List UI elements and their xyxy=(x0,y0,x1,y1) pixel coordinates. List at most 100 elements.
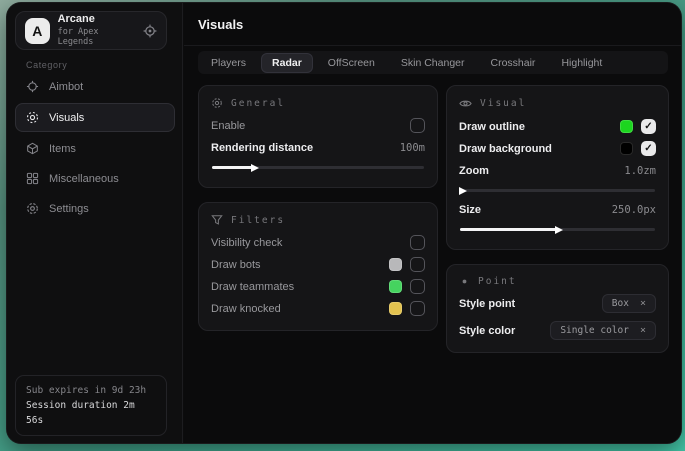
sidebar-item-visuals[interactable]: Visuals xyxy=(15,103,175,132)
zoom-value: 1.0zm xyxy=(624,165,656,177)
crosshair-icon xyxy=(26,80,39,93)
point-panel: Point Style point Box × Style color Sing… xyxy=(446,264,669,353)
rendering-distance-label: Rendering distance xyxy=(211,142,313,154)
draw-background-color-swatch[interactable] xyxy=(620,142,633,155)
draw-outline-checkbox[interactable]: ✓ xyxy=(641,119,656,134)
style-point-select[interactable]: Box × xyxy=(602,294,656,313)
app-logo: A xyxy=(25,18,50,44)
slider-thumb[interactable] xyxy=(459,187,467,195)
dot-icon xyxy=(459,276,470,287)
grid-icon xyxy=(26,172,39,185)
rendering-distance-row: Rendering distance 100m xyxy=(211,137,425,158)
gear-icon xyxy=(26,202,39,215)
draw-knocked-checkbox[interactable]: ✓ xyxy=(410,301,425,316)
zoom-row: Zoom 1.0zm xyxy=(459,160,656,181)
draw-bots-label: Draw bots xyxy=(211,259,261,271)
page-title: Visuals xyxy=(198,17,243,32)
style-point-value: Box xyxy=(612,298,629,309)
slider-thumb[interactable] xyxy=(555,226,563,234)
visibility-check-row: Visibility check ✓ xyxy=(211,232,425,253)
enable-checkbox[interactable]: ✓ xyxy=(410,118,425,133)
zoom-slider[interactable] xyxy=(460,189,655,192)
zoom-label: Zoom xyxy=(459,165,489,177)
tab-skin-changer[interactable]: Skin Changer xyxy=(391,54,475,72)
sidebar-item-label: Visuals xyxy=(49,112,84,124)
size-label: Size xyxy=(459,204,481,216)
size-slider[interactable] xyxy=(460,228,655,231)
draw-knocked-color-swatch[interactable] xyxy=(389,302,402,315)
visual-panel: Visual Draw outline ✓ Draw background xyxy=(446,85,669,250)
sidebar-item-label: Items xyxy=(49,143,76,155)
point-panel-title: Point xyxy=(459,276,656,287)
general-panel-title: General xyxy=(211,97,425,109)
draw-teammates-checkbox[interactable]: ✓ xyxy=(410,279,425,294)
draw-background-label: Draw background xyxy=(459,143,552,155)
rendering-distance-value: 100m xyxy=(400,142,425,154)
sidebar-item-items[interactable]: Items xyxy=(15,135,175,162)
draw-outline-row: Draw outline ✓ xyxy=(459,116,656,137)
style-color-value: Single color xyxy=(560,325,629,336)
style-color-select[interactable]: Single color × xyxy=(550,321,656,340)
funnel-icon xyxy=(211,214,223,226)
draw-background-row: Draw background ✓ xyxy=(459,138,656,159)
sidebar-item-settings[interactable]: Settings xyxy=(15,195,175,222)
style-point-label: Style point xyxy=(459,298,515,310)
draw-teammates-color-swatch[interactable] xyxy=(389,280,402,293)
sub-expires-text: Sub expires in 9d 23h xyxy=(26,383,156,398)
sidebar: A Arcane for Apex Legends Category xyxy=(7,3,183,443)
visibility-check-checkbox[interactable]: ✓ xyxy=(410,235,425,250)
scope-icon[interactable] xyxy=(143,24,157,38)
app-window: A Arcane for Apex Legends Category xyxy=(7,3,681,443)
slider-thumb[interactable] xyxy=(251,164,259,172)
point-panel-title-text: Point xyxy=(478,276,517,287)
filters-panel-title: Filters xyxy=(211,214,425,226)
style-color-row: Style color Single color × xyxy=(459,320,656,341)
rendering-distance-slider[interactable] xyxy=(212,166,424,169)
sidebar-item-label: Settings xyxy=(49,203,89,215)
draw-teammates-label: Draw teammates xyxy=(211,281,294,293)
gear-sparkle-icon xyxy=(211,97,223,109)
draw-bots-color-swatch[interactable] xyxy=(389,258,402,271)
style-color-label: Style color xyxy=(459,325,515,337)
sidebar-nav: Aimbot Visuals Items xyxy=(15,73,175,222)
draw-outline-color-swatch[interactable] xyxy=(620,120,633,133)
check-icon: ✓ xyxy=(644,122,652,132)
eye-icon xyxy=(459,97,472,110)
app-name: Arcane xyxy=(58,13,135,27)
main-content: Visuals Players Radar OffScreen Skin Cha… xyxy=(184,3,681,443)
filters-panel: Filters Visibility check ✓ Draw bots ✓ xyxy=(198,202,438,331)
tab-radar[interactable]: Radar xyxy=(262,54,312,72)
app-header-card: A Arcane for Apex Legends xyxy=(15,11,167,50)
tab-players[interactable]: Players xyxy=(201,54,256,72)
clear-icon[interactable]: × xyxy=(640,325,646,336)
draw-knocked-row: Draw knocked ✓ xyxy=(211,298,425,319)
draw-teammates-row: Draw teammates ✓ xyxy=(211,276,425,297)
size-row: Size 250.0px xyxy=(459,199,656,220)
tab-highlight[interactable]: Highlight xyxy=(551,54,612,72)
style-point-row: Style point Box × xyxy=(459,293,656,314)
draw-background-checkbox[interactable]: ✓ xyxy=(641,141,656,156)
sidebar-item-aimbot[interactable]: Aimbot xyxy=(15,73,175,100)
main-header: Visuals xyxy=(184,3,681,46)
right-column: Visual Draw outline ✓ Draw background xyxy=(446,85,669,367)
slider-fill xyxy=(460,228,558,231)
category-label: Category xyxy=(26,60,67,70)
sidebar-item-miscellaneous[interactable]: Miscellaneous xyxy=(15,165,175,192)
draw-bots-checkbox[interactable]: ✓ xyxy=(410,257,425,272)
clear-icon[interactable]: × xyxy=(640,298,646,309)
sidebar-item-label: Aimbot xyxy=(49,81,83,93)
app-subtitle: for Apex Legends xyxy=(58,27,135,48)
visual-panel-title: Visual xyxy=(459,97,656,110)
cube-icon xyxy=(26,142,39,155)
session-info-card: Sub expires in 9d 23h Session duration 2… xyxy=(15,375,167,436)
tab-crosshair[interactable]: Crosshair xyxy=(481,54,546,72)
left-column: General Enable ✓ Rendering distance 100m xyxy=(198,85,438,345)
general-panel-title-text: General xyxy=(231,98,285,109)
visual-panel-title-text: Visual xyxy=(480,98,526,109)
tab-offscreen[interactable]: OffScreen xyxy=(318,54,385,72)
scan-eye-icon xyxy=(26,111,39,124)
sidebar-item-label: Miscellaneous xyxy=(49,173,119,185)
session-duration-text: Session duration 2m 56s xyxy=(26,398,156,428)
filters-panel-title-text: Filters xyxy=(231,215,285,226)
size-value: 250.0px xyxy=(612,204,656,216)
